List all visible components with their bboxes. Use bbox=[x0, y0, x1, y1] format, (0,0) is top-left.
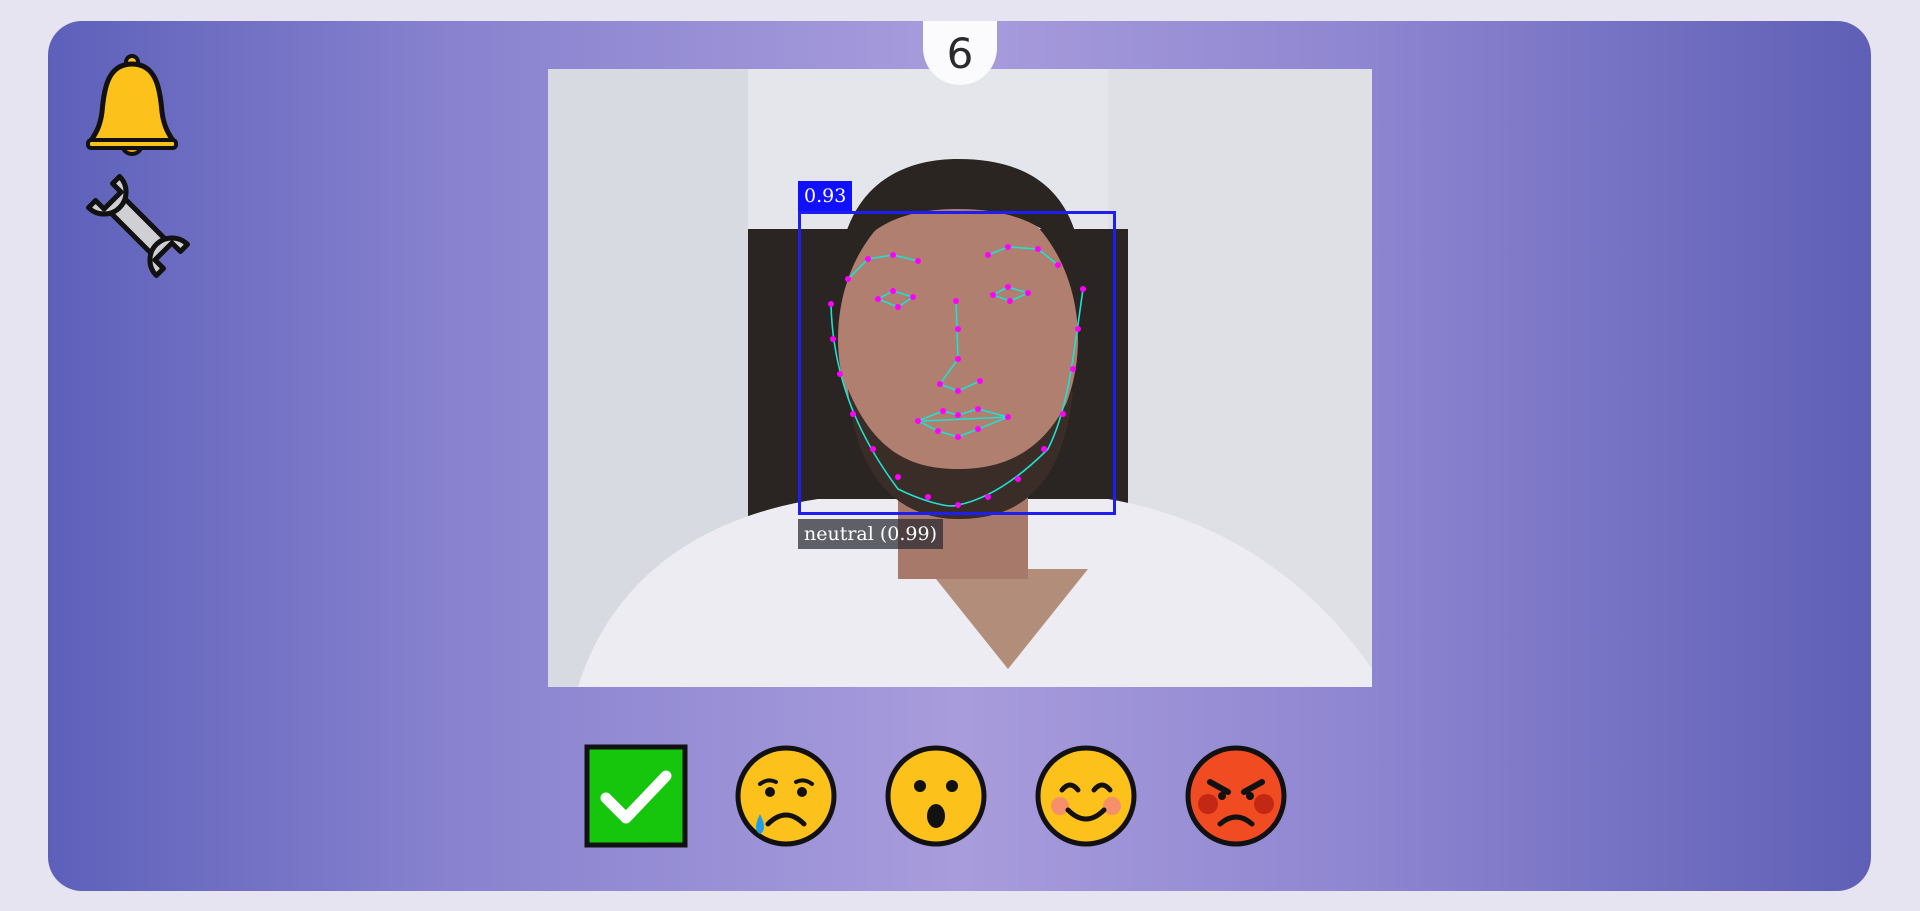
bell-icon[interactable] bbox=[84, 54, 180, 160]
crying-face-icon[interactable] bbox=[734, 744, 838, 848]
angry-face-icon[interactable] bbox=[1184, 744, 1288, 848]
wrench-icon[interactable] bbox=[84, 172, 192, 280]
emotion-choices bbox=[584, 744, 1288, 848]
detection-score: 0.93 bbox=[798, 181, 853, 211]
emotion-label: neutral (0.99) bbox=[798, 519, 944, 549]
check-icon[interactable] bbox=[584, 744, 688, 848]
surprised-face-icon[interactable] bbox=[884, 744, 988, 848]
smiling-face-icon[interactable] bbox=[1034, 744, 1138, 848]
face-bounding-box bbox=[798, 211, 1116, 515]
webcam-frame: 0.93 neutral (0.99) bbox=[548, 69, 1372, 687]
